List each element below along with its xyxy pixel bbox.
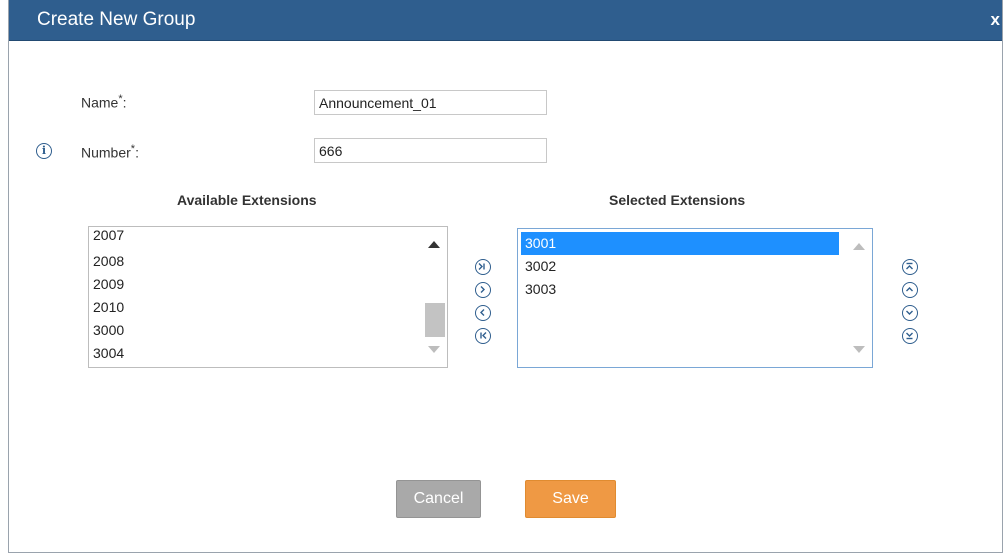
number-label: Number*: (81, 143, 139, 161)
selected-scrollbar[interactable] (847, 229, 872, 367)
selected-extensions-list[interactable]: 3001 3002 3003 (517, 228, 873, 368)
scroll-down-icon[interactable] (853, 346, 865, 353)
save-button[interactable]: Save (525, 480, 616, 518)
scroll-up-icon[interactable] (853, 243, 865, 250)
name-label: Name*: (81, 93, 127, 111)
available-extensions-list[interactable]: 2007 2008 2009 2010 3000 3004 (88, 226, 448, 368)
available-extensions-heading: Available Extensions (177, 192, 317, 208)
move-down-icon[interactable] (902, 305, 918, 321)
move-all-left-icon[interactable] (475, 328, 491, 344)
available-scrollbar[interactable] (422, 227, 447, 367)
list-item[interactable]: 3003 (521, 278, 839, 301)
number-input[interactable] (314, 138, 547, 163)
move-all-right-icon[interactable] (475, 259, 491, 275)
scroll-up-icon[interactable] (428, 241, 440, 248)
list-item[interactable]: 2010 (89, 296, 424, 319)
list-item[interactable]: 3002 (521, 255, 839, 278)
list-item[interactable]: 3000 (89, 319, 424, 342)
dialog-titlebar: Create New Group x (9, 0, 1002, 41)
list-item[interactable]: 2009 (89, 273, 424, 296)
number-label-colon: : (135, 144, 139, 161)
create-group-dialog: Create New Group x Name*: i Number*: Ava… (8, 0, 1003, 553)
number-label-text: Number (81, 144, 131, 161)
scroll-thumb[interactable] (425, 303, 445, 337)
move-right-icon[interactable] (475, 282, 491, 298)
move-to-top-icon[interactable] (902, 259, 918, 275)
close-button[interactable]: x (991, 10, 1000, 30)
scroll-down-icon[interactable] (428, 346, 440, 353)
dialog-title: Create New Group (37, 9, 196, 30)
name-label-text: Name (81, 94, 119, 111)
list-item[interactable]: 2007 (89, 227, 424, 250)
move-to-bottom-icon[interactable] (902, 328, 918, 344)
cancel-button[interactable]: Cancel (396, 480, 481, 518)
list-item-selected[interactable]: 3001 (521, 232, 839, 255)
info-icon[interactable]: i (36, 143, 52, 159)
list-item[interactable]: 2008 (89, 250, 424, 273)
name-label-colon: : (122, 94, 127, 111)
name-input[interactable] (314, 90, 547, 115)
list-item[interactable]: 3004 (89, 342, 424, 365)
move-left-icon[interactable] (475, 305, 491, 321)
move-up-icon[interactable] (902, 282, 918, 298)
selected-extensions-heading: Selected Extensions (609, 192, 746, 208)
